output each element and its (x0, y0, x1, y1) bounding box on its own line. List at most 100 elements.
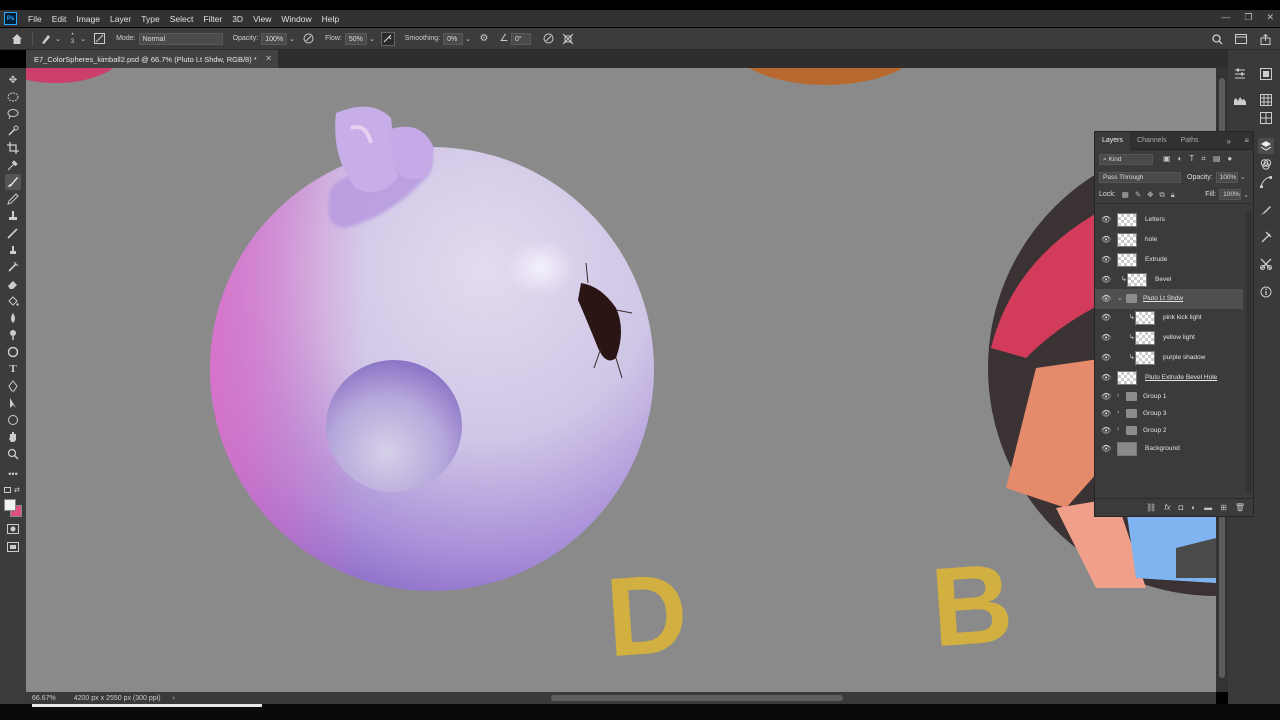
menu-image[interactable]: Image (71, 14, 105, 24)
mode-select[interactable]: Normal (138, 32, 223, 45)
ellipse-tool-icon[interactable] (5, 412, 21, 428)
minimize-button[interactable]: — (1221, 12, 1230, 23)
menu-type[interactable]: Type (136, 14, 164, 24)
smoothing-options-gear-icon[interactable]: ⚙ (477, 32, 491, 46)
stamp-tool-icon[interactable] (5, 242, 21, 258)
zoom-level[interactable]: 66.67% (32, 695, 56, 702)
quick-selection-tool-icon[interactable] (5, 123, 21, 139)
visibility-eye-icon[interactable]: 👁︎ (1101, 373, 1111, 383)
move-tool-icon[interactable]: ✥ (5, 72, 21, 88)
layers-panel-icon[interactable] (1258, 138, 1274, 154)
visibility-eye-icon[interactable]: 👁︎ (1101, 392, 1111, 402)
opacity-chevron-icon[interactable]: ⌄ (1240, 173, 1246, 181)
delete-layer-icon[interactable]: 🗑︎ (1235, 503, 1245, 512)
quick-mask-icon[interactable] (5, 521, 21, 537)
lock-all-icon[interactable]: 🔒︎ (1171, 190, 1175, 200)
visibility-eye-icon[interactable]: 👁︎ (1101, 294, 1111, 304)
close-button[interactable]: ✕ (1266, 12, 1274, 23)
layer-fill-input[interactable]: 100% (1219, 189, 1242, 200)
channels-panel-icon[interactable] (1258, 156, 1274, 172)
brush-size-chevron-icon[interactable]: ⌄ (80, 35, 86, 43)
brush-size-indicator[interactable]: • 3 (71, 32, 74, 46)
properties-panel-icon[interactable] (1232, 66, 1248, 82)
tool-presets-icon[interactable] (1258, 256, 1274, 272)
menu-file[interactable]: File (23, 14, 47, 24)
brushes-panel-icon[interactable] (1258, 229, 1274, 245)
share-icon[interactable] (1258, 32, 1272, 46)
panel-menu-icon[interactable]: ≡ (1244, 136, 1249, 145)
search-icon[interactable] (1210, 32, 1224, 46)
visibility-eye-icon[interactable]: 👁︎ (1101, 409, 1111, 419)
status-menu-arrow-icon[interactable]: › (173, 695, 175, 702)
flow-input[interactable]: 50% (344, 32, 367, 45)
layer-row-group-2[interactable]: 👁︎ › Group 2 (1095, 421, 1243, 441)
group-collapsed-chevron-icon[interactable]: › (1117, 409, 1119, 416)
eyedropper-tool-icon[interactable] (5, 157, 21, 173)
brush-tool-icon[interactable] (5, 174, 21, 190)
swatches-panel-icon[interactable] (1258, 92, 1274, 108)
histogram-panel-icon[interactable] (1232, 92, 1248, 108)
pressure-size-icon[interactable] (541, 32, 555, 46)
pressure-opacity-icon[interactable] (301, 32, 315, 46)
blur-tool-icon[interactable] (5, 310, 21, 326)
libraries-panel-icon[interactable] (1258, 110, 1274, 126)
visibility-eye-icon[interactable]: 👁︎ (1101, 333, 1111, 343)
angle-input[interactable]: 0° (511, 32, 532, 45)
screen-mode-icon[interactable] (5, 539, 21, 555)
opacity-chevron-icon[interactable]: ⌄ (289, 35, 295, 43)
swap-colors-icon[interactable]: ⇄ (14, 486, 20, 494)
smoothing-chevron-icon[interactable]: ⌄ (465, 35, 471, 43)
elliptical-marquee-tool-icon[interactable] (5, 89, 21, 105)
airbrush-icon[interactable] (380, 31, 395, 46)
brush-preset-icon[interactable] (39, 32, 53, 46)
layer-row-purple-shadow[interactable]: 👁︎ ↳ purple shadow (1095, 348, 1243, 368)
history-brush-tool-icon[interactable] (5, 259, 21, 275)
visibility-eye-icon[interactable]: 👁︎ (1101, 215, 1111, 225)
menu-help[interactable]: Help (317, 14, 344, 24)
mixer-brush-tool-icon[interactable] (5, 225, 21, 241)
layer-row-pluto-extrude-bevel-hole[interactable]: 👁︎ Pluto Extrude Bevel Hole (1095, 368, 1243, 388)
layers-scrollbar[interactable] (1246, 212, 1252, 492)
fill-chevron-icon[interactable]: ⌄ (1243, 191, 1249, 199)
home-icon[interactable] (10, 32, 24, 46)
lock-position-icon[interactable]: ✥ (1147, 190, 1153, 200)
link-layers-icon[interactable]: ⛓ (1146, 503, 1156, 512)
lock-image-icon[interactable]: ✎ (1135, 190, 1141, 200)
visibility-eye-icon[interactable]: 👁︎ (1101, 255, 1111, 265)
layer-row-letters[interactable]: 👁︎ Letters (1095, 210, 1243, 230)
pencil-tool-icon[interactable] (5, 191, 21, 207)
brush-dropdown-chevron-icon[interactable]: ⌄ (55, 35, 61, 43)
clone-stamp-tool-icon[interactable] (5, 208, 21, 224)
restore-button[interactable]: ❐ (1244, 12, 1252, 23)
lock-artboard-icon[interactable]: ⧉ (1159, 190, 1164, 200)
flow-chevron-icon[interactable]: ⌄ (369, 35, 375, 43)
brush-settings-panel-icon[interactable] (92, 32, 106, 46)
group-collapsed-chevron-icon[interactable]: › (1117, 426, 1119, 433)
color-panel-icon[interactable] (1258, 66, 1274, 82)
add-layer-style-icon[interactable]: fx (1164, 503, 1170, 512)
lasso-tool-icon[interactable] (5, 106, 21, 122)
eraser-tool-icon[interactable] (5, 276, 21, 292)
path-selection-tool-icon[interactable] (5, 395, 21, 411)
visibility-eye-icon[interactable]: 👁︎ (1101, 313, 1111, 323)
filter-toggle-icon[interactable]: ● (1227, 154, 1232, 164)
tab-close-icon[interactable]: ✕ (265, 54, 272, 63)
layer-row-background[interactable]: 👁︎ Background (1095, 439, 1243, 459)
blend-mode-select[interactable]: Pass Through (1099, 171, 1181, 183)
menu-select[interactable]: Select (165, 14, 199, 24)
opacity-input[interactable]: 100% (261, 32, 288, 45)
foreground-color-swatch[interactable] (4, 499, 16, 511)
menu-layer[interactable]: Layer (105, 14, 136, 24)
smoothing-input[interactable]: 0% (443, 32, 464, 45)
tab-layers[interactable]: Layers (1095, 131, 1131, 150)
type-layer-filter-icon[interactable]: T (1189, 154, 1194, 164)
hand-tool-icon[interactable] (5, 429, 21, 445)
visibility-eye-icon[interactable]: 👁︎ (1101, 353, 1111, 363)
visibility-eye-icon[interactable]: 👁︎ (1101, 444, 1111, 454)
layer-row-pluto-lt-shdw[interactable]: 👁︎ ⌄ Pluto Lt Shdw (1095, 289, 1243, 309)
new-group-icon[interactable]: ▬ (1204, 503, 1212, 512)
pen-tool-icon[interactable] (5, 378, 21, 394)
layer-row-yellow-light[interactable]: 👁︎ ↳ yellow light (1095, 328, 1243, 348)
document-tab[interactable]: E7_ColorSpheres_kimball2.psd @ 66.7% (Pl… (26, 50, 278, 68)
group-collapsed-chevron-icon[interactable]: › (1117, 392, 1119, 399)
